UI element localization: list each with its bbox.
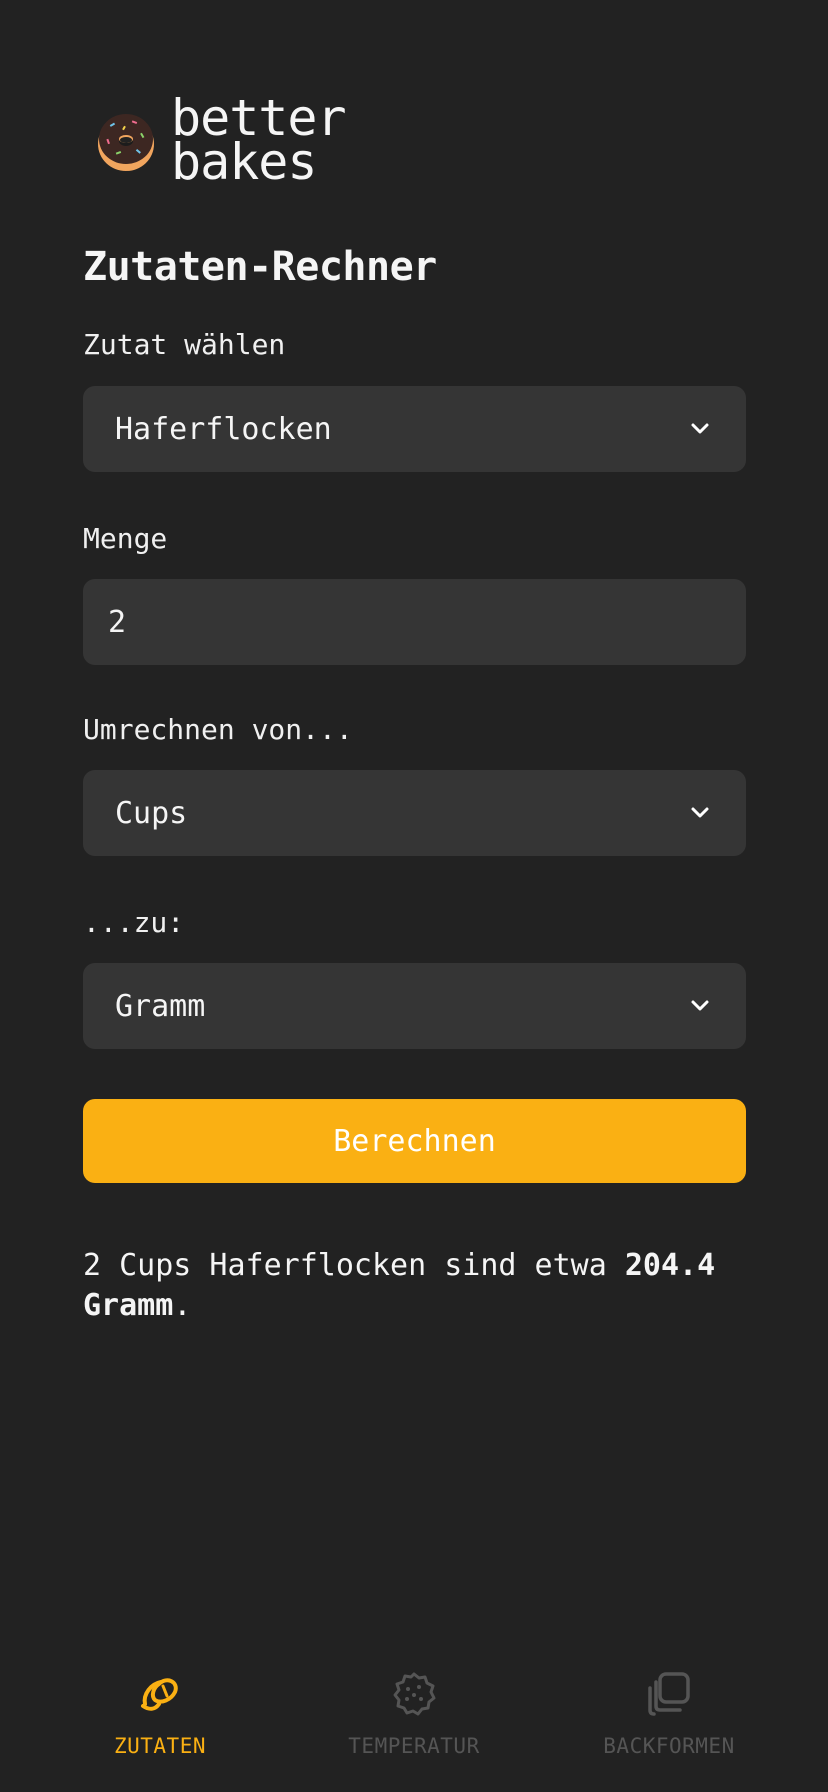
app-screen: better bakes Zutaten-Rechner Zutat wähle… (0, 0, 828, 1792)
to-unit-select[interactable]: Gramm (83, 963, 746, 1049)
calculate-button[interactable]: Berechnen (83, 1099, 746, 1183)
to-unit-label: ...zu: (83, 906, 185, 939)
to-unit-select-value: Gramm (115, 988, 206, 1024)
chevron-down-icon (691, 423, 709, 434)
donut-icon (98, 114, 154, 171)
nav-label-zutaten: ZUTATEN (113, 1734, 206, 1758)
nav-item-temperatur[interactable]: TEMPERATUR (314, 1670, 514, 1780)
amount-input[interactable]: 2 (83, 579, 746, 665)
result-suffix: . (173, 1288, 192, 1323)
from-unit-label: Umrechnen von... (83, 713, 353, 746)
ingredient-label: Zutat wählen (83, 328, 286, 361)
nav-label-backformen: BACKFORMEN (603, 1734, 735, 1758)
amount-label: Menge (83, 522, 168, 555)
brand-wordmark: better bakes (171, 93, 347, 187)
brand-logo[interactable]: better bakes (96, 93, 396, 187)
nav-item-backformen[interactable]: BACKFORMEN (569, 1670, 769, 1780)
ingredient-select-value: Haferflocken (115, 411, 332, 447)
baking-pans-icon (648, 1672, 690, 1716)
result-prefix: 2 Cups Haferflocken sind etwa (83, 1248, 625, 1283)
amount-input-value: 2 (108, 604, 127, 640)
nav-label-temperatur: TEMPERATUR (348, 1734, 480, 1758)
croissant-icon (141, 1678, 178, 1711)
page-title: Zutaten-Rechner (83, 244, 437, 290)
ingredient-select[interactable]: Haferflocken (83, 386, 746, 472)
from-unit-select[interactable]: Cups (83, 770, 746, 856)
from-unit-select-value: Cups (115, 795, 188, 831)
chevron-down-icon (691, 1000, 709, 1011)
cookie-icon (393, 1672, 436, 1716)
nav-item-zutaten[interactable]: ZUTATEN (60, 1670, 260, 1780)
result-text: 2 Cups Haferflocken sind etwa 204.4 Gram… (83, 1246, 746, 1326)
bottom-navigation: ZUTATEN TEMPERATUR BACKFORMEN (0, 1650, 828, 1792)
chevron-down-icon (691, 807, 709, 818)
